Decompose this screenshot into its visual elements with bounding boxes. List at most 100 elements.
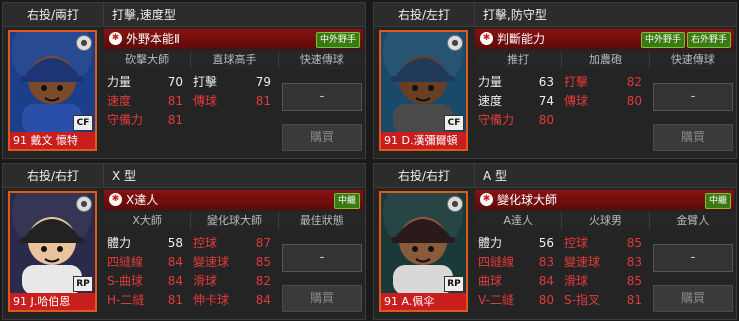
buy-button[interactable]: 購買: [282, 285, 362, 312]
slot-select[interactable]: -: [653, 83, 733, 111]
player-card: 右投/左打 打擊,防守型 ● CF 91 D.漢彌爾頓 ✱ 判斷能力 中外野手 右外…: [373, 2, 737, 159]
player-number-name: 91 戴文 懷特: [10, 132, 95, 149]
stat-value: 81: [167, 293, 183, 307]
stat-value: 58: [167, 236, 183, 250]
stat-value: 82: [626, 75, 642, 89]
ability-bar[interactable]: ✱ 判斷能力 中外野手 右外野手: [475, 29, 734, 49]
stat-label: 力量: [107, 75, 132, 89]
stat-row: 曲球 84 滑球 85: [478, 272, 646, 291]
stat-value: 87: [255, 236, 271, 250]
sub-skill[interactable]: 推打: [475, 51, 563, 69]
stat-row: 體力 58 控球 87: [107, 234, 275, 253]
sub-skill[interactable]: 金臂人: [649, 212, 736, 230]
stat-value: 56: [538, 236, 554, 250]
position-tag: 中繼: [333, 193, 360, 209]
stat-label: 速度: [478, 94, 503, 108]
stat-row: 體力 56 控球 85: [478, 234, 646, 253]
stat-label: 伸卡球: [193, 293, 230, 307]
player-portrait[interactable]: ● CF 91 戴文 懷特: [8, 30, 97, 151]
sub-skill[interactable]: 加農砲: [562, 51, 650, 69]
stat-value: 84: [167, 274, 183, 288]
stat-label: 變速球: [193, 255, 230, 269]
stat-label: 守備力: [107, 113, 144, 127]
handedness-label: 右投/兩打: [3, 3, 104, 27]
sub-skill[interactable]: 砍擊大師: [104, 51, 192, 69]
buy-button[interactable]: 購買: [653, 285, 733, 312]
sub-skill[interactable]: 快速傳球: [649, 51, 736, 69]
stat-label: S-指叉: [564, 293, 600, 307]
stat-row: H-二縫 81 伸卡球 84: [107, 291, 275, 310]
sub-skill[interactable]: 直球高手: [191, 51, 279, 69]
sub-skill[interactable]: 火球男: [562, 212, 650, 230]
stat-value: 85: [626, 274, 642, 288]
slot-select[interactable]: -: [653, 244, 733, 272]
position-badge: CF: [444, 115, 464, 131]
handedness-label: 右投/右打: [374, 164, 475, 188]
sub-skill-row: 砍擊大師 直球高手 快速傳球: [104, 51, 365, 69]
stat-label: V-二縫: [478, 293, 514, 307]
ability-bar[interactable]: ✱ 變化球大師 中繼: [475, 190, 734, 210]
sub-skill[interactable]: 快速傳球: [278, 51, 365, 69]
player-portrait[interactable]: ● CF 91 D.漢彌爾頓: [379, 30, 468, 151]
position-tag: 右外野手: [686, 32, 731, 48]
slot-select[interactable]: -: [282, 244, 362, 272]
ability-name: 外野本能Ⅱ: [126, 32, 180, 46]
position-tag: 中外野手: [640, 32, 685, 48]
sub-skill[interactable]: 最佳狀態: [278, 212, 365, 230]
stat-label: S-曲球: [107, 274, 143, 288]
stat-row: V-二縫 80 S-指叉 81: [478, 291, 646, 310]
stat-value: 74: [538, 94, 554, 108]
player-type-label: 打擊,防守型: [475, 3, 736, 27]
sub-skill[interactable]: X大師: [104, 212, 192, 230]
player-type-label: 打擊,速度型: [104, 3, 365, 27]
stat-label: 滑球: [193, 274, 218, 288]
stat-label: 守備力: [478, 113, 515, 127]
stat-label: 曲球: [478, 274, 503, 288]
player-portrait[interactable]: ● RP 91 J.哈伯恩: [8, 191, 97, 312]
buy-button[interactable]: 購買: [653, 124, 733, 151]
position-badge: RP: [444, 276, 464, 292]
stat-value: 83: [538, 255, 554, 269]
stat-value: 84: [167, 255, 183, 269]
red-star-icon: ✱: [109, 32, 122, 45]
player-portrait[interactable]: ● RP 91 A.佩伞: [379, 191, 468, 312]
stat-value: 79: [255, 75, 271, 89]
blue-x-icon: ✱: [109, 193, 122, 206]
player-type-label: X 型: [104, 164, 365, 188]
red-star-icon: ✱: [480, 193, 493, 206]
stat-label: 四縫線: [107, 255, 144, 269]
stat-value: 85: [626, 236, 642, 250]
stat-value: 83: [626, 255, 642, 269]
buy-button[interactable]: 購買: [282, 124, 362, 151]
position-badge: RP: [73, 276, 93, 292]
stats-table: 力量 70 打擊 79 速度 81 傳球 81 守備力 81: [107, 73, 275, 130]
stat-row: 力量 70 打擊 79: [107, 73, 275, 92]
stat-label: 力量: [478, 75, 503, 89]
player-number-name: 91 A.佩伞: [381, 293, 466, 310]
ability-bar[interactable]: ✱ X達人 中繼: [104, 190, 363, 210]
stats-table: 體力 58 控球 87 四縫線 84 變速球 85 S-曲球 84 滑球 82 …: [107, 234, 275, 310]
bat-ball-icon: ●: [76, 196, 92, 212]
sub-skill[interactable]: 變化球大師: [191, 212, 279, 230]
stat-label: H-二縫: [107, 293, 145, 307]
stat-row: 守備力 81: [107, 111, 275, 130]
stat-label: 傳球: [193, 94, 218, 108]
player-number-name: 91 D.漢彌爾頓: [381, 132, 466, 149]
stat-label: 打擊: [193, 75, 218, 89]
position-badge: CF: [73, 115, 93, 131]
snowflake-icon: ●: [447, 35, 463, 51]
stat-value: 81: [626, 293, 642, 307]
stat-label: 控球: [564, 236, 589, 250]
red-logo-icon: ●: [447, 196, 463, 212]
sub-skill-row: X大師 變化球大師 最佳狀態: [104, 212, 365, 230]
stat-row: 速度 81 傳球 81: [107, 92, 275, 111]
stat-label: 控球: [193, 236, 218, 250]
stat-value: 81: [255, 94, 271, 108]
handedness-label: 右投/左打: [374, 3, 475, 27]
sub-skill[interactable]: A達人: [475, 212, 563, 230]
ability-bar[interactable]: ✱ 外野本能Ⅱ 中外野手: [104, 29, 363, 49]
slot-select[interactable]: -: [282, 83, 362, 111]
stat-value: 80: [538, 113, 554, 127]
player-type-label: A 型: [475, 164, 736, 188]
bat-ball-icon: ●: [76, 35, 92, 51]
